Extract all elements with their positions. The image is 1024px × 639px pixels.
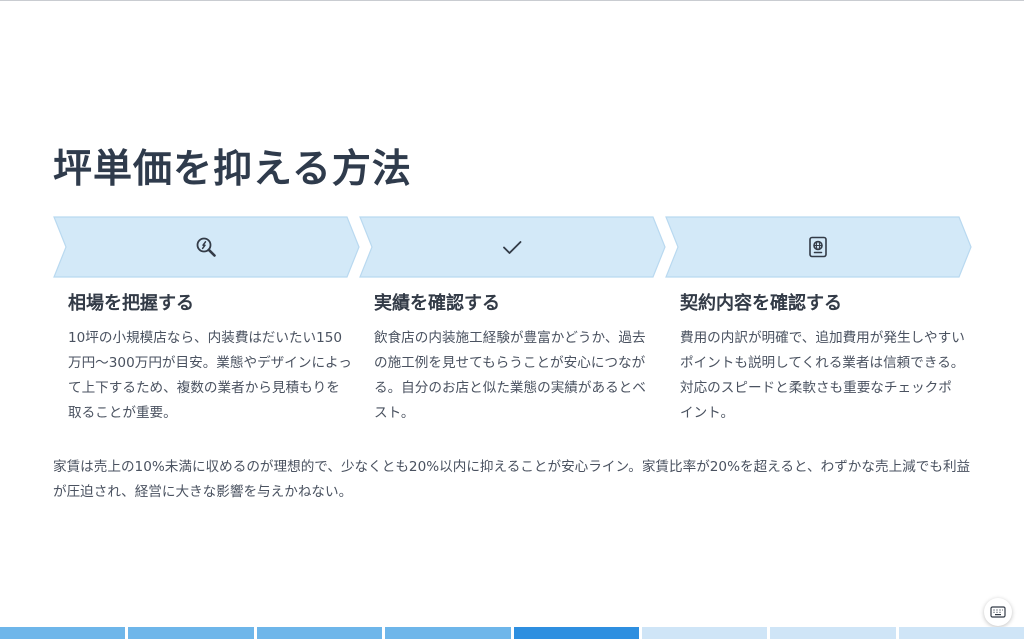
step-heading: 契約内容を確認する: [680, 293, 842, 314]
step-heading: 実績を確認する: [374, 293, 500, 314]
progress-segment-8[interactable]: [898, 627, 1024, 639]
summary-text: 家賃は売上の10%未満に収めるのが理想的で、少なくとも20%以内に抑えることが安…: [53, 459, 971, 500]
chevron-step-2: [359, 216, 667, 278]
progress-segment-2[interactable]: [128, 627, 254, 639]
passport-icon: [806, 235, 830, 259]
keyboard-icon: [990, 603, 1006, 622]
slide: 坪単価を抑える方法 相場を把握する 10坪の小規模店なら、内装費はだいたい150…: [0, 0, 1024, 639]
step-2: 実績を確認する 飲食店の内装施工経験が豊富かどうか、過去の施工例を見せてもらうこ…: [374, 290, 659, 426]
progress-segment-7[interactable]: [770, 627, 896, 639]
progress-segment-6[interactable]: [641, 627, 768, 639]
step-description: 10坪の小規模店なら、内装費はだいたい150万円〜300万円が目安。業態やデザイ…: [68, 330, 352, 421]
top-divider: [0, 0, 1024, 1]
slide-progress-bar: [0, 627, 1024, 639]
progress-segment-3[interactable]: [256, 627, 383, 639]
chevron-step-1: [53, 216, 361, 278]
chevron-step-3: [665, 216, 973, 278]
keyboard-shortcuts-button[interactable]: [984, 598, 1012, 626]
step-1: 相場を把握する 10坪の小規模店なら、内装費はだいたい150万円〜300万円が目…: [68, 290, 353, 426]
step-heading: 相場を把握する: [68, 293, 194, 314]
process-chevrons: [53, 216, 973, 278]
checkmark-icon: [500, 235, 524, 259]
step-3: 契約内容を確認する 費用の内訳が明確で、追加費用が発生しやすいポイントも説明して…: [680, 290, 965, 426]
progress-segment-1[interactable]: [0, 627, 126, 639]
search-money-icon: [194, 235, 218, 259]
progress-segment-4[interactable]: [385, 627, 511, 639]
progress-segment-5[interactable]: [513, 627, 639, 639]
slide-title: 坪単価を抑える方法: [53, 147, 412, 192]
step-description: 飲食店の内装施工経験が豊富かどうか、過去の施工例を見せてもらうことが安心につなが…: [374, 330, 646, 421]
step-description: 費用の内訳が明確で、追加費用が発生しやすいポイントも説明してくれる業者は信頼でき…: [680, 330, 965, 421]
